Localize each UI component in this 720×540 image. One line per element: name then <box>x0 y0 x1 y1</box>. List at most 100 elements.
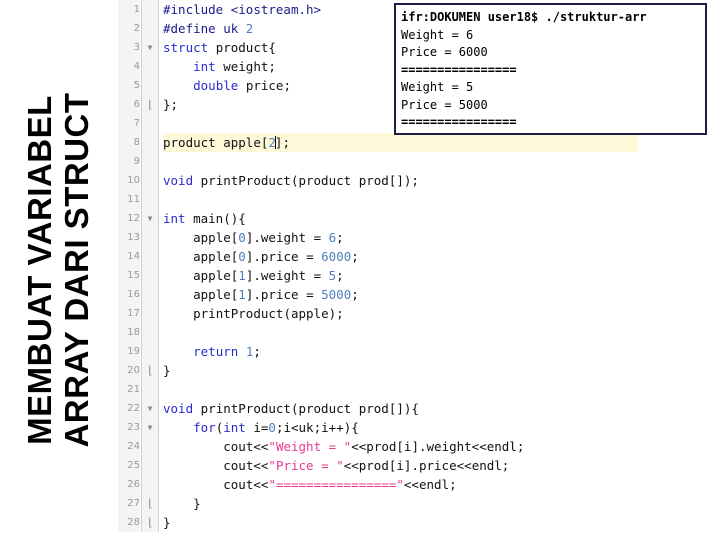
code-line-text[interactable]: cout<<"Price = "<<prod[i].price<<endl; <box>163 456 509 475</box>
line-number: 11 <box>118 190 140 209</box>
terminal-line: ================ <box>401 62 517 77</box>
fold-gutter-cell <box>142 190 158 209</box>
code-line-text[interactable]: cout<<"================"<<endl; <box>163 475 456 494</box>
line-number: 15 <box>118 266 140 285</box>
code-line[interactable]: 26 cout<<"================"<<endl; <box>118 475 720 494</box>
code-line-text[interactable]: for(int i=0;i<uk;i++){ <box>163 418 359 437</box>
code-line-text[interactable]: void printProduct(product prod[]); <box>163 171 419 190</box>
gutter-edge <box>158 95 159 114</box>
code-line[interactable]: 17 printProduct(apple); <box>118 304 720 323</box>
fold-gutter-cell <box>142 342 158 361</box>
fold-gutter-cell <box>142 323 158 342</box>
code-line[interactable]: 24 cout<<"Weight = "<<prod[i].weight<<en… <box>118 437 720 456</box>
fold-collapse-icon[interactable]: ▼ <box>142 209 158 228</box>
line-number: 27 <box>118 494 140 513</box>
fold-collapse-icon[interactable]: ▼ <box>142 418 158 437</box>
terminal-line: ================ <box>401 115 517 129</box>
line-number: 10 <box>118 171 140 190</box>
slide-title-rotator: MEMBUAT VARIABEL ARRAY DARI STRUCT <box>0 0 118 540</box>
code-line-text[interactable]: apple[0].weight = 6; <box>163 228 344 247</box>
code-line-text[interactable]: double price; <box>163 76 291 95</box>
code-line[interactable]: 19 return 1; <box>118 342 720 361</box>
line-number: 4 <box>118 57 140 76</box>
gutter-edge <box>158 418 159 437</box>
terminal-line: Price = 6000 <box>401 45 488 59</box>
line-number: 20 <box>118 361 140 380</box>
code-line[interactable]: 16 apple[1].price = 5000; <box>118 285 720 304</box>
code-line[interactable]: 18 <box>118 323 720 342</box>
code-line-text[interactable]: } <box>163 513 171 532</box>
fold-gutter-cell <box>142 57 158 76</box>
gutter-edge <box>158 247 159 266</box>
code-line-text[interactable]: cout<<"Weight = "<<prod[i].weight<<endl; <box>163 437 524 456</box>
code-line[interactable]: 28 ⌊} <box>118 513 720 532</box>
code-line-text[interactable]: apple[1].price = 5000; <box>163 285 359 304</box>
fold-end-icon[interactable]: ⌊ <box>142 494 158 513</box>
fold-gutter-cell <box>142 475 158 494</box>
line-number: 7 <box>118 114 140 133</box>
gutter-edge <box>158 133 159 152</box>
gutter-edge <box>158 323 159 342</box>
line-number: 14 <box>118 247 140 266</box>
gutter-edge <box>158 380 159 399</box>
code-line[interactable]: 12 ▼ int main(){ <box>118 209 720 228</box>
line-number: 25 <box>118 456 140 475</box>
line-number: 8 <box>118 133 140 152</box>
code-line[interactable]: 9 <box>118 152 720 171</box>
line-number: 19 <box>118 342 140 361</box>
code-line-text[interactable]: int main(){ <box>163 209 246 228</box>
terminal-line: Price = 5000 <box>401 97 488 112</box>
gutter-edge <box>158 475 159 494</box>
terminal-output-box: ifr:DOKUMEN user18$ ./struktur-arr Weight… <box>394 3 707 135</box>
code-line-text[interactable]: return 1; <box>163 342 261 361</box>
fold-end-icon[interactable]: ⌊ <box>142 95 158 114</box>
code-line-text[interactable]: } <box>163 361 171 380</box>
code-line-text[interactable]: product apple[2]; <box>163 133 638 152</box>
fold-gutter-cell <box>142 19 158 38</box>
code-line[interactable]: 13 apple[0].weight = 6; <box>118 228 720 247</box>
fold-gutter-cell <box>142 285 158 304</box>
fold-end-icon[interactable]: ⌊ <box>142 513 158 532</box>
code-line-text[interactable]: apple[1].weight = 5; <box>163 266 344 285</box>
code-line[interactable]: 15 apple[1].weight = 5; <box>118 266 720 285</box>
code-line-text[interactable]: } <box>163 494 201 513</box>
code-line-text[interactable]: void printProduct(product prod[]){ <box>163 399 419 418</box>
gutter-edge <box>158 0 159 19</box>
fold-gutter-cell <box>142 456 158 475</box>
code-line-text[interactable]: #include <iostream.h> <box>163 0 321 19</box>
line-number: 12 <box>118 209 140 228</box>
code-line[interactable]: 22 ▼ void printProduct(product prod[]){ <box>118 399 720 418</box>
code-line[interactable]: 27 ⌊ } <box>118 494 720 513</box>
code-line-text[interactable]: apple[0].price = 6000; <box>163 247 359 266</box>
fold-collapse-icon[interactable]: ▼ <box>142 399 158 418</box>
code-line-text[interactable]: }; <box>163 95 178 114</box>
code-line[interactable]: 14 apple[0].price = 6000; <box>118 247 720 266</box>
fold-collapse-icon[interactable]: ▼ <box>142 38 158 57</box>
gutter-edge <box>158 38 159 57</box>
code-line[interactable]: 11 <box>118 190 720 209</box>
gutter-edge <box>158 209 159 228</box>
code-line[interactable]: 8 product apple[2]; <box>118 133 720 152</box>
gutter-edge <box>158 57 159 76</box>
gutter-edge <box>158 494 159 513</box>
code-line-text[interactable]: printProduct(apple); <box>163 304 344 323</box>
code-line-text[interactable]: struct product{ <box>163 38 276 57</box>
line-number: 13 <box>118 228 140 247</box>
gutter-edge <box>158 342 159 361</box>
terminal-line-list: ifr:DOKUMEN user18$ ./struktur-arr Weight… <box>401 9 705 132</box>
code-line-text[interactable]: #define uk 2 <box>163 19 253 38</box>
code-line[interactable]: 25 cout<<"Price = "<<prod[i].price<<endl… <box>118 456 720 475</box>
fold-end-icon[interactable]: ⌊ <box>142 361 158 380</box>
fold-gutter-cell <box>142 437 158 456</box>
code-line[interactable]: 21 <box>118 380 720 399</box>
code-line[interactable]: 23 ▼ for(int i=0;i<uk;i++){ <box>118 418 720 437</box>
line-number: 1 <box>118 0 140 19</box>
gutter-edge <box>158 171 159 190</box>
gutter-edge <box>158 266 159 285</box>
code-line[interactable]: 10 void printProduct(product prod[]); <box>118 171 720 190</box>
code-line-text[interactable]: int weight; <box>163 57 276 76</box>
gutter-edge <box>158 190 159 209</box>
code-line[interactable]: 20 ⌊} <box>118 361 720 380</box>
gutter-edge <box>158 19 159 38</box>
line-number: 16 <box>118 285 140 304</box>
